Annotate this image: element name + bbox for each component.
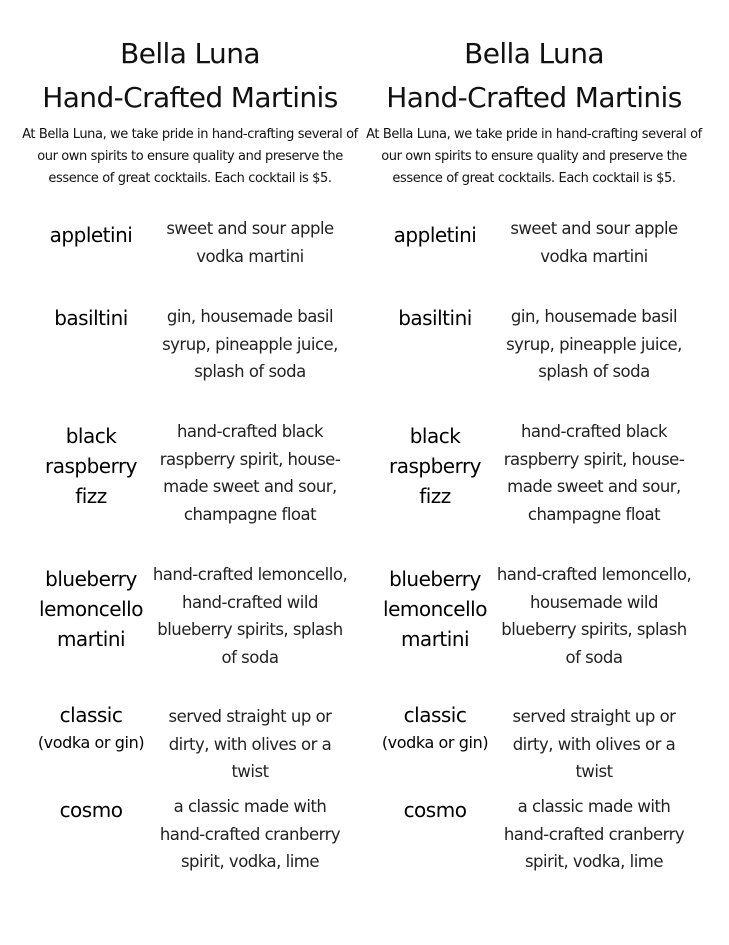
drink-name: classic (vodka or gin)	[18, 700, 164, 756]
menu-left: Bella Luna Hand-Crafted Martinis At Bell…	[18, 0, 362, 871]
drink-description: gin, housemade basil syrup, pineapple ju…	[162, 307, 338, 381]
menu-intro: At Bella Luna, we take pride in hand-cra…	[22, 127, 358, 186]
title-line-2: Hand-Crafted Martinis	[386, 81, 682, 114]
drink-name: basiltini	[54, 306, 128, 330]
menu-title: Bella Luna Hand-Crafted Martinis	[18, 0, 362, 120]
drink-description: a classic made with hand-crafted cranber…	[503, 797, 685, 871]
menu-title: Bella Luna Hand-Crafted Martinis	[362, 0, 706, 120]
title-line-1: Bella Luna	[464, 37, 604, 70]
drink-subtitle: (vodka or gin)	[381, 733, 489, 752]
drink-name: appletini	[393, 223, 477, 247]
drink-name: basiltini	[398, 306, 472, 330]
menu-intro: At Bella Luna, we take pride in hand-cra…	[366, 127, 702, 186]
drink-name: blueberry lemoncello martini	[383, 567, 487, 651]
drink-description: hand-crafted black raspberry spirit, hou…	[159, 422, 341, 524]
drink-name: blueberry lemoncello martini	[39, 567, 143, 651]
drink-name: black raspberry fizz	[388, 424, 482, 508]
drink-description: served straight up or dirty, with olives…	[512, 707, 676, 781]
drink-name: black raspberry fizz	[44, 424, 138, 508]
menu-right: Bella Luna Hand-Crafted Martinis At Bell…	[362, 0, 706, 871]
drink-name: classic (vodka or gin)	[362, 700, 508, 756]
drink-description: hand-crafted lemoncello, hand-crafted wi…	[152, 565, 348, 667]
drink-description: hand-crafted black raspberry spirit, hou…	[503, 422, 685, 524]
drink-description: served straight up or dirty, with olives…	[168, 707, 332, 781]
drink-description: gin, housemade basil syrup, pineapple ju…	[506, 307, 682, 381]
drink-description: sweet and sour apple vodka martini	[166, 219, 334, 266]
drink-name: appletini	[49, 223, 133, 247]
title-line-2: Hand-Crafted Martinis	[42, 81, 338, 114]
drink-description: hand-crafted lemoncello, housemade wild …	[496, 565, 692, 667]
drink-description: sweet and sour apple vodka martini	[510, 219, 678, 266]
title-line-1: Bella Luna	[120, 37, 260, 70]
drink-description: a classic made with hand-crafted cranber…	[159, 797, 341, 871]
drink-name: cosmo	[403, 798, 467, 822]
drink-name: cosmo	[59, 798, 123, 822]
drink-subtitle: (vodka or gin)	[37, 733, 145, 752]
